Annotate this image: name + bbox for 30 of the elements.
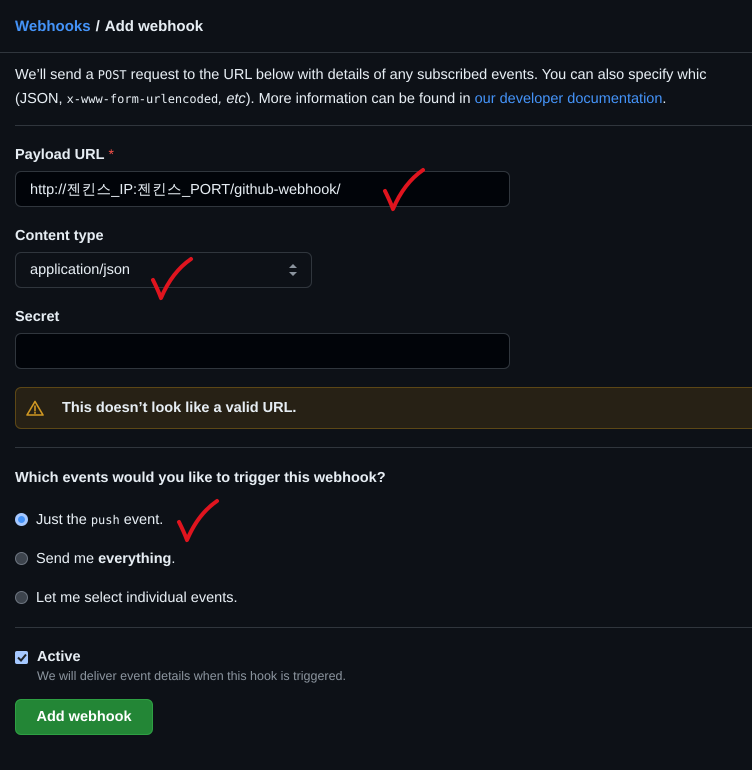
field-label: Secret <box>15 309 60 325</box>
breadcrumb-separator: / <box>96 18 100 34</box>
radio-button[interactable] <box>15 552 28 565</box>
content-type-select[interactable]: application/json <box>15 252 312 288</box>
radio-button[interactable] <box>15 591 28 604</box>
checkbox-label: Active <box>37 649 81 665</box>
active-description: We will deliver event details when this hook is triggered. <box>37 669 347 683</box>
events-question: Which events would you like to trigger this webhook? <box>15 470 387 486</box>
field-label: Content type <box>15 228 104 244</box>
payload-url-field[interactable]: http://젠킨스_IP:젠킨스_PORT/github-webhook/ <box>15 171 510 207</box>
radio-button[interactable] <box>15 513 28 526</box>
page-title: Add webhook <box>104 18 204 34</box>
documentation-link[interactable]: our developer documentation <box>474 91 662 107</box>
add-webhook-button[interactable]: Add webhook <box>15 699 153 735</box>
required-mark: * <box>108 146 114 162</box>
warning-text: This doesn’t look like a valid URL. <box>62 400 296 416</box>
webhooks-link[interactable]: Webhooks <box>15 18 91 34</box>
active-checkbox[interactable] <box>15 650 28 664</box>
warning-icon <box>26 400 44 416</box>
sort-caret-icon <box>289 264 297 276</box>
handwritten-check-icon <box>176 498 220 544</box>
secret-field[interactable] <box>15 333 510 369</box>
handwritten-check-icon <box>150 256 194 302</box>
radio-label: Send me everything. <box>36 550 176 566</box>
intro-text: We’ll send a POST request to the URL below with details of any subscribed events. You can also specify whic <box>15 66 708 85</box>
radio-label: Let me select individual events. <box>36 590 238 606</box>
field-label: Payload URL <box>15 147 104 163</box>
handwritten-check-icon <box>382 167 426 213</box>
intro-text: (JSON, x-www-form-urlencoded, etc). More information can be found in our developer documentation. <box>15 90 668 109</box>
radio-label: Just the push event. <box>36 512 164 528</box>
